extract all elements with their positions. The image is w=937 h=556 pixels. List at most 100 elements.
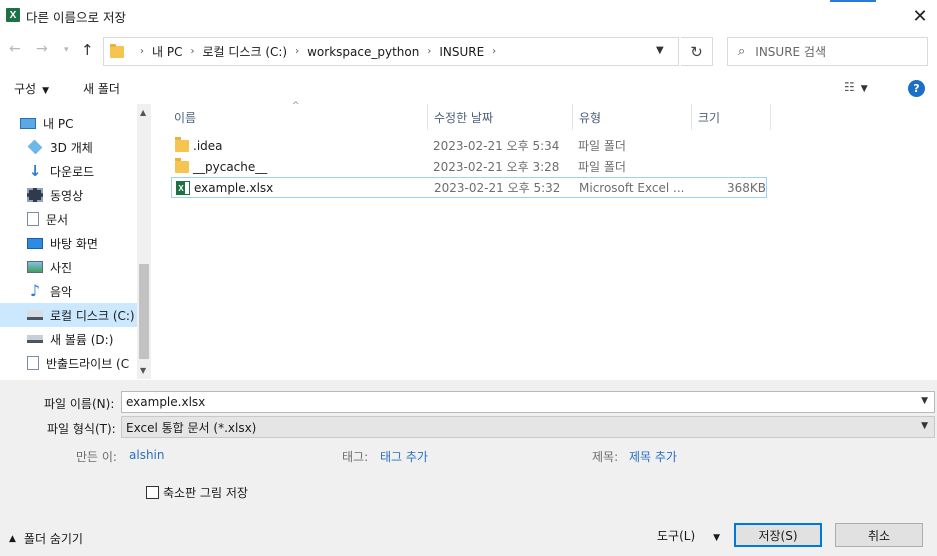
organize-button[interactable]: 구성 ▼ [14,80,49,97]
hide-folders-label: 폴더 숨기기 [23,532,83,546]
chevron-right-icon: › [295,46,300,57]
drive-icon [27,335,43,343]
address-dropdown-icon[interactable]: ▼ [656,45,664,56]
file-type: 파일 폴더 [578,160,626,174]
organize-label: 구성 [14,82,37,96]
hide-folders-toggle[interactable]: ▲ 폴더 숨기기 [9,530,83,547]
chevron-down-icon[interactable]: ▼ [921,396,928,406]
title-add-link[interactable]: 제목 추가 [629,448,677,465]
drive-doc-icon [27,356,39,370]
document-icon [27,212,39,226]
nav-item-videos[interactable]: 동영상 [0,183,137,207]
nav-item-label: 내 PC [43,116,74,131]
save-thumbnail-checkbox[interactable] [146,486,159,499]
file-list: ^ 이름 수정한 날짜 유형 크기 .idea 2023-02-21 오후 5:… [151,101,937,379]
nav-item-desktop[interactable]: 바탕 화면 [0,231,137,255]
file-row-example-xlsx[interactable]: example.xlsx 2023-02-21 오후 5:32 Microsof… [171,177,767,198]
tags-add-link[interactable]: 태그 추가 [380,448,428,465]
tools-dropdown[interactable]: 도구(L) ▼ [657,527,720,544]
nav-item-label: 반출드라이브 (C [46,356,130,371]
title-accent-strip [830,0,876,2]
scrollbar-thumb[interactable] [139,264,149,359]
folder-icon [110,43,124,58]
caret-down-icon: ▼ [713,533,721,543]
filename-input[interactable]: example.xlsx ▼ [121,391,935,413]
file-row-pycache[interactable]: __pycache__ 2023-02-21 오후 3:28 파일 폴더 [171,156,767,177]
save-button[interactable]: 저장(S) [734,523,822,547]
save-thumbnail-label[interactable]: 축소판 그림 저장 [163,484,248,501]
nav-item-this-pc[interactable]: 내 PC [0,111,137,135]
title-label: 제목: [592,450,619,464]
breadcrumb-item[interactable]: workspace_python [307,45,419,59]
breadcrumb-item[interactable]: INSURE [439,45,484,59]
nav-item-export-drive[interactable]: 반출드라이브 (C [0,351,137,375]
filetype-label: 파일 형식(T): [47,422,116,436]
address-bar[interactable]: › 내 PC › 로컬 디스크 (C:) › workspace_python … [103,37,679,66]
column-header-date[interactable]: 수정한 날짜 [428,104,573,130]
cancel-button[interactable]: 취소 [835,523,923,547]
title-bar: X 다른 이름으로 저장 ✕ [0,0,937,31]
chevron-right-icon: › [492,46,497,57]
caret-down-icon: ▼ [860,84,868,94]
nav-item-pictures[interactable]: 사진 [0,255,137,279]
file-date: 2023-02-21 오후 5:34 [433,139,560,153]
excel-app-icon: X [6,8,20,22]
close-icon[interactable]: ✕ [909,5,931,27]
chevron-up-icon: ▲ [9,533,16,544]
breadcrumb: › 내 PC › 로컬 디스크 (C:) › workspace_python … [132,43,504,60]
download-icon: ↓ [28,162,42,180]
column-header-size[interactable]: 크기 [692,104,771,130]
nav-item-label: 바탕 화면 [50,236,98,251]
view-options-button[interactable]: ☷ ▼ [844,80,868,94]
column-header-type[interactable]: 유형 [573,104,692,130]
tags-label: 태그: [342,450,369,464]
author-value[interactable]: alshin [129,448,164,462]
back-arrow-icon[interactable]: ← [9,41,21,57]
3d-objects-icon [27,139,43,155]
file-row-idea[interactable]: .idea 2023-02-21 오후 5:34 파일 폴더 [171,135,767,156]
nav-scrollbar[interactable]: ▲ ▼ [137,104,151,379]
recent-locations-chevron-icon[interactable]: ▾ [64,45,69,55]
nav-item-label: 로컬 디스크 (C:) [50,308,135,323]
forward-arrow-icon[interactable]: → [36,41,48,57]
music-icon: ♪ [29,281,41,300]
breadcrumb-item[interactable]: 내 PC [152,43,182,60]
nav-item-label: 다운로드 [50,164,95,179]
nav-item-label: 음악 [50,284,73,299]
file-date: 2023-02-21 오후 3:28 [433,160,560,174]
up-arrow-icon[interactable]: ↑ [81,41,94,59]
excel-file-icon [176,181,190,195]
file-size: 368KB [726,180,766,195]
nav-item-music[interactable]: ♪ 음악 [0,279,137,303]
scroll-down-icon[interactable]: ▼ [140,366,146,375]
file-name: __pycache__ [193,159,268,174]
chevron-down-icon: ▼ [921,421,928,431]
folder-icon [175,137,189,152]
nav-item-volume-d[interactable]: 새 볼륨 (D:) [0,327,137,351]
filetype-value: Excel 통합 문서 (*.xlsx) [126,420,257,435]
window-title: 다른 이름으로 저장 [26,10,126,25]
file-date: 2023-02-21 오후 5:32 [434,181,561,195]
help-icon[interactable]: ? [908,80,925,97]
file-type: Microsoft Excel ... [579,180,685,195]
new-folder-button[interactable]: 새 폴더 [83,80,120,97]
nav-item-3d-objects[interactable]: 3D 개체 [0,135,137,159]
nav-item-downloads[interactable]: ↓ 다운로드 [0,159,137,183]
column-header-name[interactable]: 이름 [168,104,428,130]
file-name: example.xlsx [194,180,274,195]
filetype-select[interactable]: Excel 통합 문서 (*.xlsx) ▼ [121,416,935,438]
video-icon [27,188,43,202]
search-box[interactable]: ⌕ INSURE 검색 [727,37,928,66]
breadcrumb-item[interactable]: 로컬 디스크 (C:) [202,43,287,60]
chevron-right-icon: › [140,46,144,57]
nav-item-label: 새 볼륨 (D:) [50,332,114,347]
nav-item-documents[interactable]: 문서 [0,207,137,231]
nav-item-local-disk-c[interactable]: 로컬 디스크 (C:) [0,303,137,327]
command-toolbar: 구성 ▼ 새 폴더 ☷ ▼ ? [0,72,937,102]
navigation-pane: 내 PC 3D 개체 ↓ 다운로드 동영상 문서 바탕 화면 사진 ♪ 음악 로… [0,104,151,379]
file-name: .idea [193,138,223,153]
tools-label: 도구(L) [657,529,696,543]
scroll-up-icon[interactable]: ▲ [140,108,146,117]
refresh-icon[interactable]: ↻ [681,37,713,66]
file-type: 파일 폴더 [578,139,626,153]
